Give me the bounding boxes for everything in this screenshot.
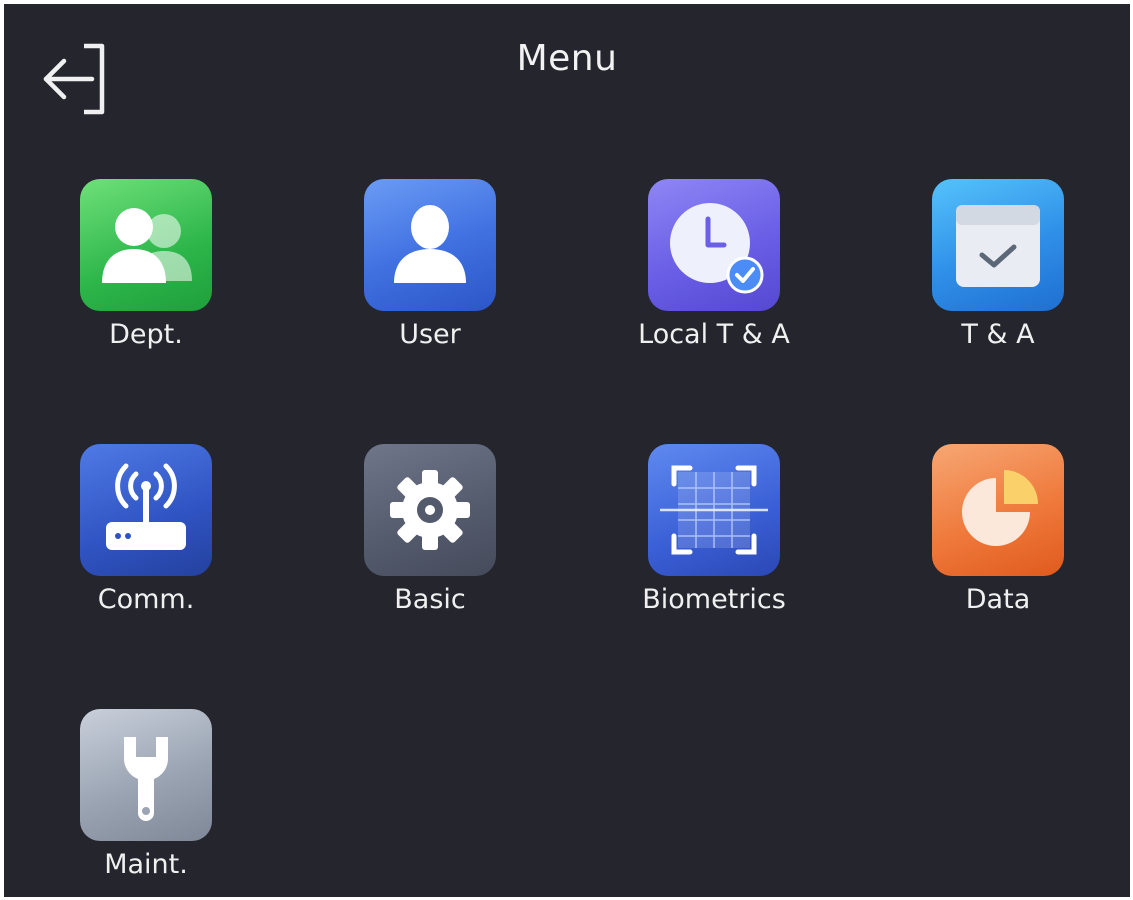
menu-item-label: User [399, 319, 461, 350]
menu-item-comm[interactable]: Comm. [56, 444, 236, 634]
menu-item-label: Data [965, 584, 1031, 615]
menu-item-local-ta[interactable]: Local T & A [624, 179, 804, 369]
clock-icon [648, 179, 780, 311]
menu-item-maint[interactable]: Maint. [56, 709, 236, 897]
menu-item-label: Dept. [109, 319, 183, 350]
menu-item-biometrics[interactable]: Biometrics [624, 444, 804, 634]
menu-item-data[interactable]: Data [908, 444, 1088, 634]
pie-chart-icon [932, 444, 1064, 576]
menu-item-basic[interactable]: Basic [340, 444, 520, 634]
user-icon [364, 179, 496, 311]
menu-screen: Menu Dept. User Local T & A T & A Comm. … [4, 4, 1130, 897]
router-icon [80, 444, 212, 576]
menu-item-label: Comm. [97, 584, 195, 615]
menu-item-label: Basic [394, 584, 466, 615]
menu-item-user[interactable]: User [340, 179, 520, 369]
menu-item-ta[interactable]: T & A [908, 179, 1088, 369]
menu-item-label: T & A [961, 319, 1035, 350]
wrench-icon [80, 709, 212, 841]
biometric-scan-icon [648, 444, 780, 576]
page-title: Menu [516, 38, 618, 79]
menu-item-dept[interactable]: Dept. [56, 179, 236, 369]
menu-item-label: Biometrics [642, 584, 786, 615]
gear-icon [364, 444, 496, 576]
menu-item-label: Local T & A [638, 319, 790, 350]
calendar-icon [932, 179, 1064, 311]
department-icon [80, 179, 212, 311]
menu-item-label: Maint. [104, 849, 188, 880]
